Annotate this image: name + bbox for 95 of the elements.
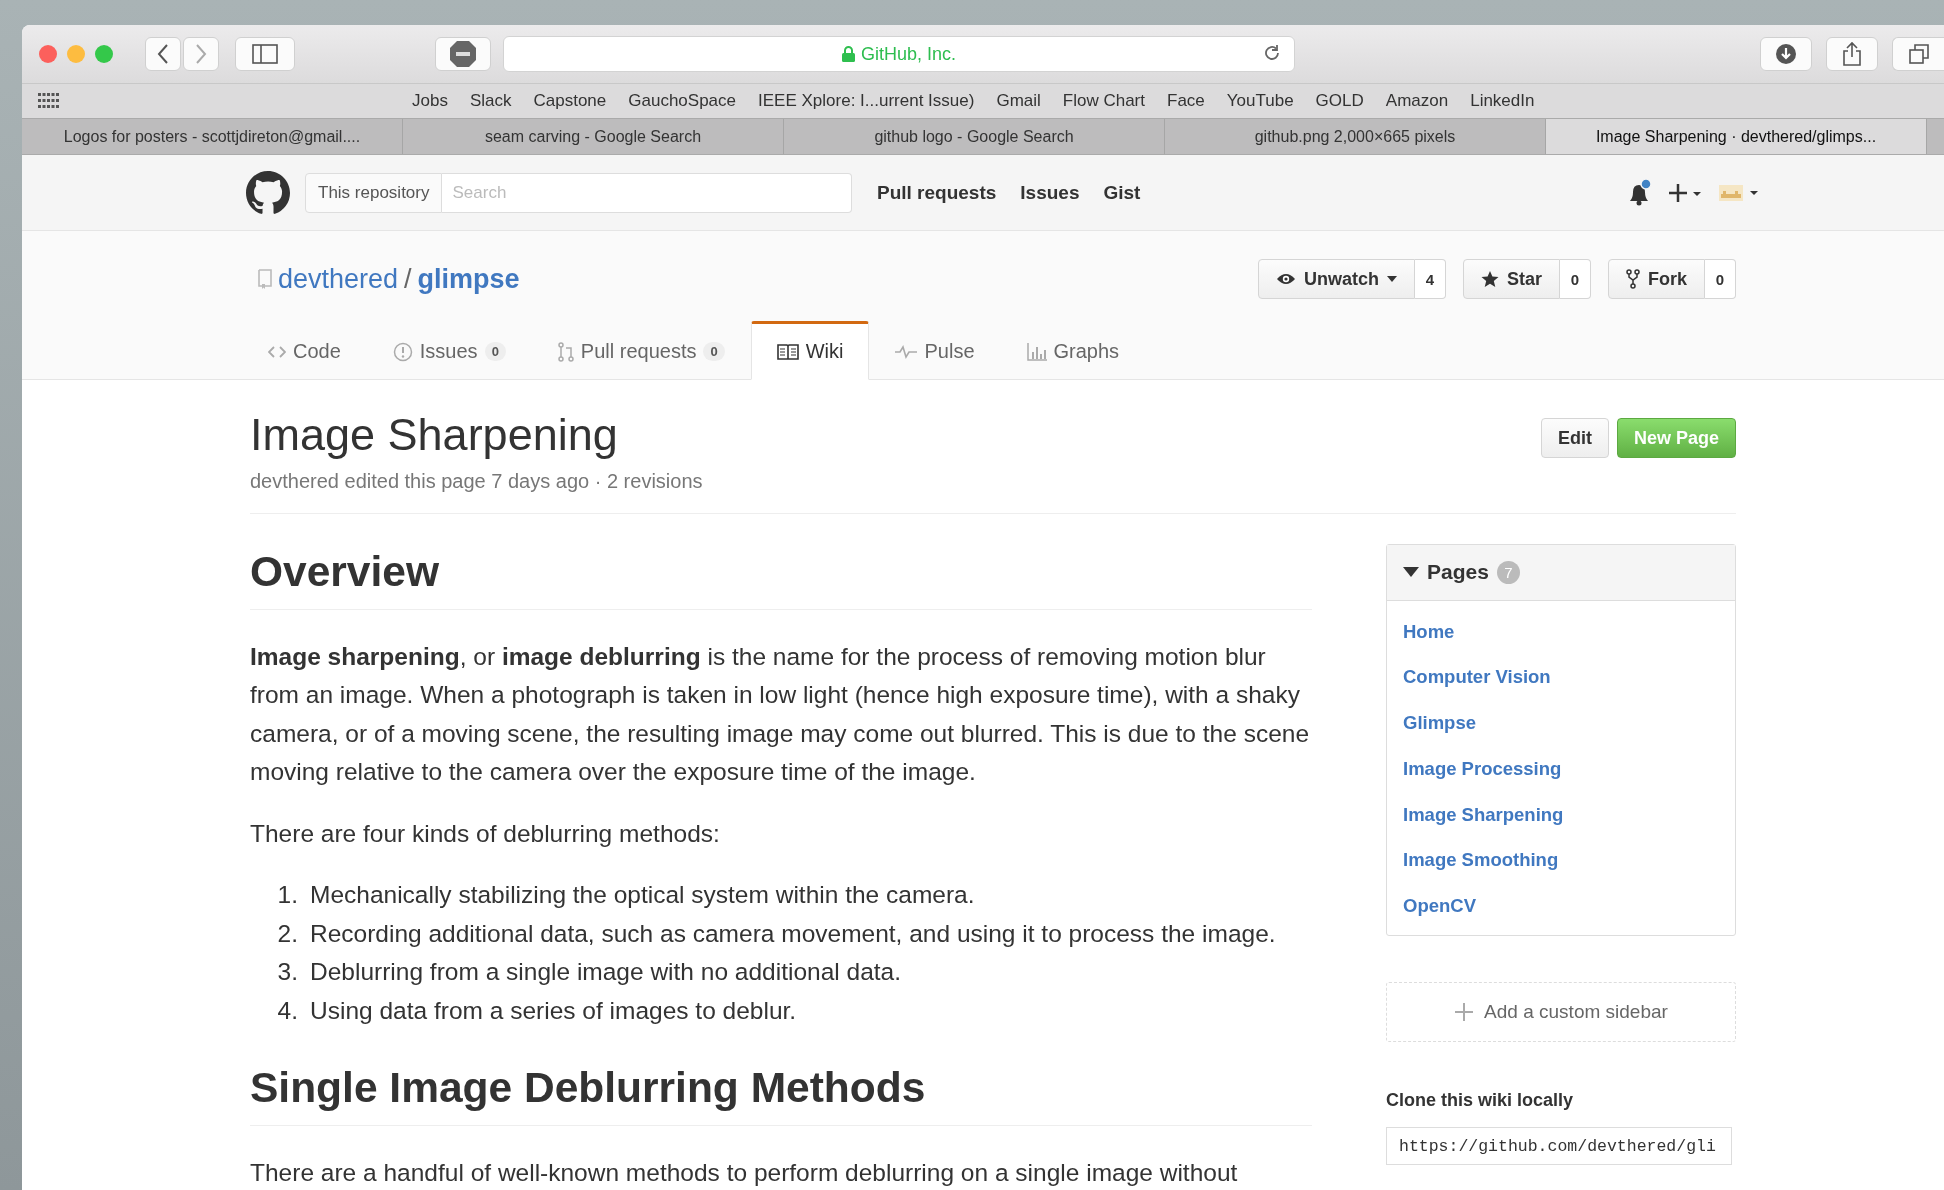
caret-icon[interactable] — [1403, 567, 1419, 577]
fork-icon — [1626, 269, 1640, 289]
bookmark-link[interactable]: Amazon — [1385, 91, 1449, 111]
count-badge: 0 — [703, 342, 725, 361]
wiki-page-link[interactable]: Image Smoothing — [1403, 837, 1559, 884]
plus-icon — [1454, 1002, 1475, 1023]
wiki-page-link[interactable]: Glimpse — [1403, 700, 1476, 746]
list-number: 4. — [276, 995, 299, 1026]
downloads-button[interactable] — [1760, 37, 1812, 71]
repo-action-button[interactable]: Unwatch — [1257, 259, 1415, 299]
back-chevron-icon — [156, 43, 170, 65]
code-icon — [268, 344, 286, 359]
path-separator: / — [404, 263, 412, 295]
sidebar-button[interactable] — [235, 37, 295, 71]
bookmark-link[interactable]: GauchoSpace — [628, 91, 737, 111]
tabs-overview-button[interactable] — [1892, 37, 1944, 71]
share-icon — [1841, 41, 1863, 67]
wiki-page-link[interactable]: Image Sharpening — [1403, 791, 1564, 838]
list-number: 1. — [276, 880, 299, 910]
bookmark-link[interactable]: Face — [1167, 91, 1205, 111]
pages-heading: Pages — [1427, 560, 1489, 584]
count-label[interactable]: 0 — [1705, 259, 1736, 299]
page-title: Image Sharpening — [250, 410, 619, 460]
browser-tab[interactable]: Image Sharpening · devthered/glimps... — [1546, 119, 1927, 154]
bookmark-link[interactable]: GOLD — [1315, 91, 1364, 111]
count-label[interactable]: 4 — [1414, 259, 1446, 299]
wiki-page-link[interactable]: Image Processing — [1403, 745, 1562, 792]
ad-block-button[interactable] — [435, 37, 491, 71]
share-button[interactable] — [1826, 37, 1878, 71]
count-label[interactable]: 0 — [1560, 259, 1591, 299]
wiki-page-link[interactable]: OpenCV — [1403, 883, 1476, 930]
pull-request-icon — [557, 341, 574, 362]
forward-chevron-icon — [194, 43, 208, 65]
bookmark-link[interactable]: Jobs — [412, 91, 448, 111]
reload-icon[interactable] — [1262, 43, 1282, 63]
repo-action-button[interactable]: Star — [1462, 259, 1560, 299]
pulse-icon — [895, 344, 918, 359]
edit-button[interactable]: Edit — [1540, 418, 1609, 458]
list-item: Using data from a series of images to deblur. — [310, 995, 797, 1026]
repo-nav-tab[interactable]: Wiki — [750, 321, 870, 380]
bookmark-link[interactable]: Slack — [469, 91, 512, 111]
eye-icon — [1275, 272, 1296, 286]
list-item: Mechanically stabilizing the optical system within the camera. — [310, 880, 975, 910]
star-icon — [1480, 270, 1499, 288]
issue-icon — [392, 341, 413, 362]
clone-url-field[interactable]: https://github.com/devthered/gli — [1386, 1127, 1732, 1166]
tabs-icon — [1907, 43, 1930, 65]
wiki-page-link[interactable]: Computer Vision — [1403, 654, 1551, 701]
header-nav-link[interactable]: Issues — [1020, 181, 1080, 204]
repo-owner-link[interactable]: devthered — [278, 263, 399, 295]
repo-nav-tab[interactable]: Issues 0 — [366, 321, 532, 380]
grid-icon[interactable] — [38, 93, 60, 109]
page-meta: devthered edited this page 7 days ago · 2 revisions — [250, 469, 703, 493]
repo-nav-tab[interactable]: Pulse — [869, 321, 1001, 380]
search-scope-label: This repository — [305, 172, 443, 213]
repository-icon — [258, 269, 272, 289]
search-field[interactable]: Search — [442, 172, 852, 213]
repo-nav-tab[interactable]: Pull requests 0 — [531, 321, 751, 380]
caret-icon — [1386, 276, 1397, 282]
list-item: Deblurring from a single image with no additional data. — [310, 957, 902, 987]
paragraph: There are a handful of well-known methods to perform deblurring on a single image without — [250, 1158, 1239, 1188]
browser-tab[interactable]: Logos for posters - scottjdireton@gmail.... — [22, 119, 403, 154]
bookmark-link[interactable]: IEEE Xplore: I...urrent Issue) — [758, 91, 975, 111]
download-icon — [1774, 42, 1798, 66]
bookmark-link[interactable]: Gmail — [996, 91, 1041, 111]
header-nav-link[interactable]: Gist — [1103, 181, 1141, 204]
octagon-icon — [448, 39, 478, 69]
repo-action-button[interactable]: Fork — [1608, 259, 1705, 299]
add-sidebar-button[interactable]: Add a custom sidebar — [1386, 982, 1736, 1043]
clone-label: Clone this wiki locally — [1386, 1090, 1575, 1112]
header-nav-link[interactable]: Pull requests — [877, 181, 997, 204]
book-icon — [776, 343, 799, 360]
list-number: 2. — [276, 918, 299, 949]
repo-name-link[interactable]: glimpse — [417, 263, 520, 295]
browser-tab[interactable]: seam carving - Google Search — [403, 119, 784, 154]
browser-tab[interactable]: github logo - Google Search — [784, 119, 1165, 154]
count-badge: 7 — [1496, 560, 1520, 584]
repo-nav-tab[interactable]: Graphs — [1000, 321, 1146, 380]
section-heading: Overview — [250, 545, 1312, 610]
bookmark-link[interactable]: YouTube — [1226, 91, 1294, 111]
back-button[interactable] — [145, 37, 181, 71]
bookmark-link[interactable]: Capstone — [533, 91, 607, 111]
list-item: Recording additional data, such as camera movement, and using it to process the image. — [310, 918, 1276, 949]
repo-nav-tab[interactable]: Code — [242, 321, 367, 380]
wiki-page-link[interactable]: Home — [1403, 608, 1455, 655]
graph-icon — [1026, 342, 1047, 361]
paragraph: There are four kinds of deblurring methods: — [250, 818, 721, 849]
sidebar-icon — [252, 44, 278, 64]
count-badge: 0 — [484, 342, 506, 361]
bookmark-link[interactable]: Flow Chart — [1062, 91, 1145, 111]
octocat-logo-icon[interactable] — [246, 170, 290, 215]
section-heading: Single Image Deblurring Methods — [250, 1062, 1312, 1126]
paragraph: Image sharpening, or image deblurring is the name for the process of removing motion blur from an image. When a photograph is taken in low light (hence high exposure time), with a shaky camera, or of a moving scene, the resulting image may come out blurred. This is due to the scene moving relative to the camera over the exposure time of the image. — [250, 641, 1311, 787]
bookmark-link[interactable]: LinkedIn — [1470, 91, 1535, 111]
list-number: 3. — [276, 957, 299, 987]
